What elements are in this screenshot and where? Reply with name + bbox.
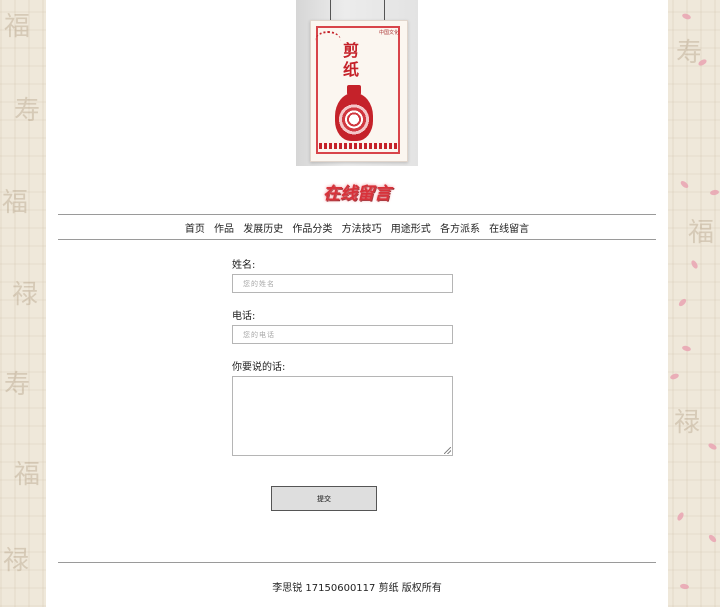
poster-hanging-wire (384, 0, 385, 20)
footer-divider (58, 562, 656, 563)
background-calligraphy: 禄 (674, 408, 701, 438)
petal-decoration (677, 297, 688, 308)
nav-item-guestbook[interactable]: 在线留言 (489, 224, 529, 235)
paper-cut-poster: 中国文化 剪 纸 (310, 20, 408, 162)
plum-blossom-decoration (315, 31, 341, 51)
petal-decoration (707, 442, 718, 451)
nav-item-uses[interactable]: 用途形式 (391, 224, 431, 235)
background-calligraphy: 禄 (12, 280, 39, 310)
background-calligraphy: 禄 (3, 546, 30, 576)
petal-decoration (676, 511, 685, 522)
paper-cut-vase-illustration (335, 93, 373, 141)
background-calligraphy: 福 (4, 12, 31, 42)
petal-decoration (679, 179, 690, 190)
petal-decoration (681, 344, 692, 353)
petal-decoration (690, 259, 699, 270)
page-title: 在线留言 (323, 184, 391, 204)
textarea-resize-handle[interactable] (444, 447, 451, 454)
right-background-panel: 寿 福 禄 (668, 0, 720, 607)
poster-title-char: 纸 (342, 60, 359, 79)
petal-decoration (707, 533, 718, 544)
footer-copyright: 李思锐 17150600117 剪纸 版权所有 (272, 583, 442, 594)
nav-item-history[interactable]: 发展历史 (243, 224, 283, 235)
main-content: 中国文化 剪 纸 在线留言 首页 作品 发展历史 作品分类 方法技巧 用途形式 … (46, 0, 668, 607)
poster-pattern-band (319, 143, 397, 149)
background-calligraphy: 寿 (14, 96, 41, 126)
background-calligraphy: 福 (14, 460, 41, 490)
message-textarea[interactable] (232, 376, 453, 456)
petal-decoration (709, 189, 720, 196)
poster-title-char: 剪 (342, 41, 359, 60)
name-field[interactable] (232, 274, 453, 293)
submit-button[interactable]: 提交 (271, 486, 377, 511)
phone-label: 电话: (232, 311, 256, 322)
name-label: 姓名: (232, 260, 256, 271)
nav-item-home[interactable]: 首页 (185, 224, 205, 235)
nav-item-techniques[interactable]: 方法技巧 (342, 224, 382, 235)
background-calligraphy: 福 (688, 218, 715, 248)
background-calligraphy: 寿 (4, 370, 31, 400)
nav-top-divider (58, 214, 656, 215)
phone-field[interactable] (232, 325, 453, 344)
poster-hanging-wire (330, 0, 331, 20)
petal-decoration (669, 372, 680, 381)
poster-caption: 中国文化 (378, 30, 399, 36)
nav-item-categories[interactable]: 作品分类 (292, 224, 332, 235)
petal-decoration (679, 583, 690, 590)
nav-item-works[interactable]: 作品 (214, 224, 234, 235)
background-calligraphy: 福 (2, 188, 29, 218)
main-navigation: 首页 作品 发展历史 作品分类 方法技巧 用途形式 各方派系 在线留言 (46, 220, 668, 235)
poster-title: 剪 纸 (341, 41, 361, 79)
nav-item-schools[interactable]: 各方派系 (440, 224, 480, 235)
header-poster-image: 中国文化 剪 纸 (296, 0, 418, 166)
nav-bottom-divider (58, 239, 656, 240)
petal-decoration (681, 12, 692, 21)
message-label: 你要说的话: (232, 362, 286, 373)
left-background-panel: 福 寿 福 禄 寿 福 禄 (0, 0, 46, 607)
